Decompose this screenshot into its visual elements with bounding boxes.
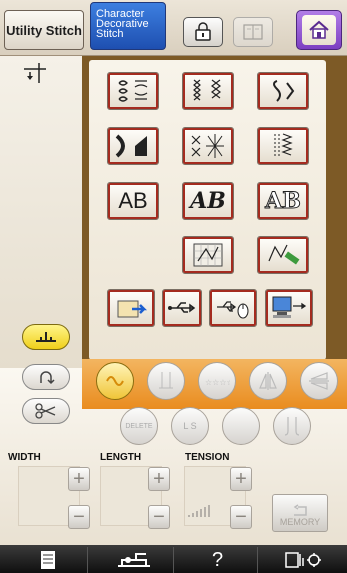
settings-button[interactable] — [264, 547, 344, 573]
manual-button[interactable] — [233, 17, 273, 47]
help-button[interactable]: ? — [178, 547, 258, 573]
thread-cutter-button[interactable] — [22, 398, 70, 424]
tension-label: TENSION — [185, 452, 230, 463]
floral-stitch-icon — [118, 80, 148, 102]
delete-label: DELETE — [125, 422, 153, 430]
twin-needle-icon — [284, 417, 300, 436]
width-label: WIDTH — [8, 452, 41, 463]
letter-spacing-label: L S — [183, 421, 197, 431]
star-cross-stitch-icon — [191, 134, 224, 158]
decorative-stitch-button-6[interactable] — [257, 127, 309, 165]
presser-foot-button[interactable] — [22, 324, 70, 350]
elongation-button[interactable] — [147, 362, 185, 400]
lock-icon — [195, 22, 211, 41]
satin-stitch-icon — [115, 134, 147, 158]
pocket-icon — [117, 300, 148, 318]
length-label: LENGTH — [100, 452, 142, 463]
tension-plus-button[interactable]: + — [230, 467, 252, 491]
mirror-image-button[interactable] — [249, 362, 287, 400]
zigzag-stitch-icon — [274, 133, 293, 158]
usb-mouse-icon — [217, 301, 249, 319]
font-outline-label: AB — [265, 188, 302, 215]
twin-needle-button[interactable] — [273, 407, 311, 445]
memory-button[interactable]: MEMORY — [272, 494, 328, 532]
stitch-page-button[interactable] — [8, 547, 88, 573]
memory-label: MEMORY — [279, 517, 321, 527]
decorative-stitch-button-5[interactable] — [182, 127, 234, 165]
book-icon — [243, 24, 263, 40]
font-gothic-label: AB — [118, 188, 148, 213]
settings-icon — [285, 552, 321, 568]
blank-edit-button[interactable] — [222, 407, 260, 445]
left-panel — [0, 56, 82, 368]
horizontal-mirror-button[interactable] — [300, 362, 338, 400]
width-minus-button[interactable]: − — [68, 505, 90, 529]
page-icon — [40, 551, 55, 569]
tension-minus-button[interactable]: − — [230, 505, 252, 529]
density-icon: ☆☆☆☆ — [205, 378, 230, 387]
s-curve-stitch-icon — [273, 80, 295, 102]
single-triple-sewing-button[interactable] — [96, 362, 134, 400]
needle-position-icon — [24, 63, 46, 83]
reverse-stitch-button[interactable] — [22, 364, 70, 390]
my-custom-stitch-edit-button[interactable] — [257, 236, 309, 274]
tab-character-label: Character Decorative Stitch — [96, 8, 149, 40]
machine-icon — [117, 553, 150, 567]
mirror-icon — [259, 372, 277, 390]
usb-mouse-button[interactable] — [209, 289, 257, 327]
help-label: ? — [211, 548, 224, 571]
decorative-stitch-button-4[interactable] — [107, 127, 159, 165]
length-plus-button[interactable]: + — [148, 467, 170, 491]
scissors-icon — [35, 403, 56, 419]
decorative-stitch-button-1[interactable] — [107, 72, 159, 110]
delete-button[interactable]: DELETE — [120, 407, 158, 445]
pen-stitch-icon — [268, 244, 300, 265]
width-plus-button[interactable]: + — [68, 467, 90, 491]
sewing-machine-button[interactable] — [94, 547, 174, 573]
length-minus-button[interactable]: − — [148, 505, 170, 529]
presser-foot-icon — [36, 332, 56, 342]
sewing-machine-screen: Utility Stitch Character Decorative Stit… — [0, 0, 347, 573]
letter-spacing-button[interactable]: L S — [171, 407, 209, 445]
computer-button[interactable] — [265, 289, 313, 327]
loop-stitch-icon — [106, 376, 124, 386]
font-script-button[interactable]: AB — [182, 182, 234, 220]
svg-text:☆☆☆☆: ☆☆☆☆ — [205, 378, 230, 387]
my-custom-stitch-button[interactable] — [182, 236, 234, 274]
tab-utility-stitch[interactable]: Utility Stitch — [4, 10, 84, 50]
decorative-stitch-button-3[interactable] — [257, 72, 309, 110]
memory-icon — [293, 504, 307, 516]
tab-character-decorative-stitch[interactable]: Character Decorative Stitch — [90, 2, 166, 50]
font-script-label: AB — [190, 188, 226, 214]
horizontal-mirror-icon — [309, 372, 329, 390]
bottom-navigation: ? — [0, 545, 347, 573]
usb-icon — [168, 302, 196, 313]
density-button[interactable]: ☆☆☆☆ — [198, 362, 236, 400]
tension-level-icon — [188, 505, 210, 517]
grid-stitch-icon — [193, 243, 223, 267]
font-outline-button[interactable]: AB — [257, 182, 309, 220]
u-turn-icon — [40, 371, 55, 385]
usb-button[interactable] — [162, 289, 202, 327]
decorative-stitch-button-2[interactable] — [182, 72, 234, 110]
elongation-icon — [159, 372, 173, 389]
cross-stitch-icon — [193, 79, 221, 101]
font-gothic-button[interactable]: AB — [107, 182, 159, 220]
screen-lock-button[interactable] — [183, 17, 223, 47]
home-button[interactable] — [296, 10, 342, 50]
top-bar: Utility Stitch Character Decorative Stit… — [0, 0, 347, 56]
machine-memory-button[interactable] — [107, 289, 155, 327]
home-icon — [309, 20, 329, 39]
computer-icon — [272, 296, 307, 318]
